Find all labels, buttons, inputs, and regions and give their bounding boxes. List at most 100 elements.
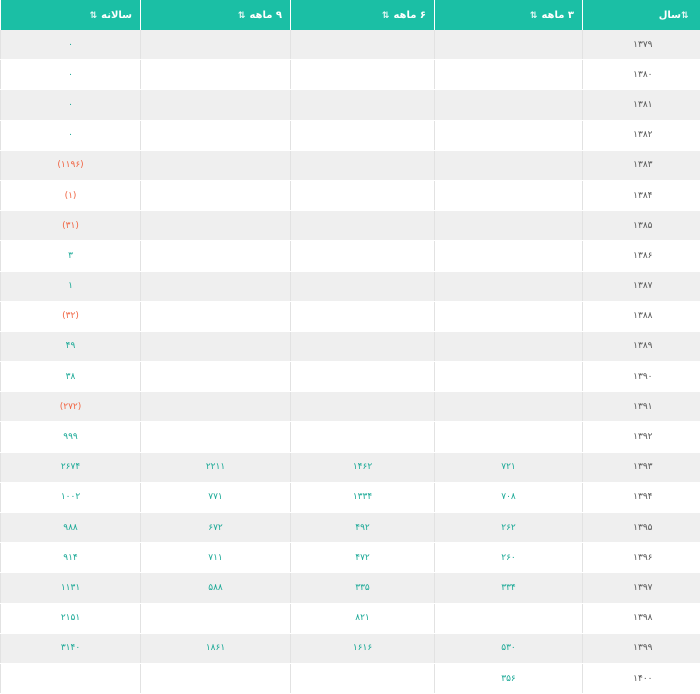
year-cell: ۱۳۹۹ [582, 633, 700, 664]
q3-cell: ۵۳۰ [434, 633, 583, 664]
year-cell: ۱۳۸۰ [582, 59, 700, 91]
q3-cell [434, 30, 583, 61]
sort-arrows-icon[interactable]: ⇅ [382, 11, 390, 21]
q3-cell [434, 240, 583, 272]
table-row: ۱۳۸۲ ۰ [0, 120, 700, 151]
table-row: ۱۳۸۶ ۳ [0, 240, 700, 272]
table-row: ۱۳۸۹ ۴۹ [0, 331, 700, 363]
year-cell: ۱۳۹۶ [582, 542, 700, 574]
annual-cell: (۳۱) [0, 210, 141, 242]
table-row: ۱۳۹۵ ۲۶۲ ۴۹۲ ۶۷۲ ۹۸۸ [0, 512, 700, 544]
q9-cell [140, 30, 291, 61]
table-row: ۱۳۸۰ ۰ [0, 59, 700, 91]
year-cell: ۱۳۹۴ [582, 482, 700, 514]
header-3-month[interactable]: ۳ ماهه⇅ [434, 0, 583, 30]
table-row: ۱۳۸۸ (۳۲) [0, 301, 700, 332]
q9-cell [140, 391, 291, 423]
annual-cell: (۱) [0, 180, 141, 212]
table-body: ۱۳۷۹ ۰ ۱۳۸۰ ۰ ۱۳۸۱ ۰ ۱۳۸۲ ۰ ۱۳۸۳ (۱۱۹۶) ۱۳۸۴ (۱) ۱۳۸… [0, 30, 700, 694]
table-row: ۱۳۹۷ ۳۳۴ ۳۳۵ ۵۸۸ ۱۱۳۱ [0, 572, 700, 604]
year-cell: ۱۳۸۷ [582, 271, 700, 302]
year-cell: ۱۳۹۵ [582, 512, 700, 544]
year-cell: ۱۳۸۱ [582, 89, 700, 121]
year-cell: ۱۳۸۹ [582, 331, 700, 363]
annual-cell: ۰ [0, 59, 141, 91]
header-6-month[interactable]: ۶ ماهه⇅ [290, 0, 435, 30]
table-row: ۱۳۹۱ (۲۷۲) [0, 391, 700, 423]
sort-arrows-icon[interactable]: ⇅ [90, 11, 98, 21]
table-row: ۱۳۸۵ (۳۱) [0, 210, 700, 242]
table-row: ۱۳۹۲ ۹۹۹ [0, 421, 700, 453]
year-cell: ۱۳۹۷ [582, 572, 700, 604]
financial-table: ⇅سال ۳ ماهه⇅ ۶ ماهه⇅ ۹ ماهه⇅ سالانه⇅ ۱۳۷… [0, 0, 700, 694]
q6-cell [290, 271, 435, 302]
year-cell: ۱۴۰۰ [582, 663, 700, 694]
annual-cell: (۳۲) [0, 301, 141, 332]
q3-cell: ۷۲۱ [434, 452, 583, 483]
q6-cell [290, 301, 435, 332]
q9-cell [140, 89, 291, 121]
annual-cell: ۹۱۴ [0, 542, 141, 574]
annual-cell: ۳۸ [0, 361, 141, 393]
table-row: ۱۳۷۹ ۰ [0, 30, 700, 61]
header-9-month[interactable]: ۹ ماهه⇅ [140, 0, 291, 30]
q3-cell [434, 301, 583, 332]
header-annual[interactable]: سالانه⇅ [0, 0, 141, 30]
sort-arrows-icon[interactable]: ⇅ [238, 11, 246, 21]
q6-cell [290, 89, 435, 121]
q3-cell [434, 361, 583, 393]
q6-cell: ۴۹۲ [290, 512, 435, 544]
q9-cell [140, 180, 291, 212]
sort-arrows-icon[interactable]: ⇅ [681, 11, 689, 21]
annual-cell: ۹۸۸ [0, 512, 141, 544]
annual-cell [0, 663, 141, 694]
q3-cell: ۲۶۲ [434, 512, 583, 544]
q9-cell [140, 331, 291, 363]
q6-cell: ۱۶۱۶ [290, 633, 435, 664]
table-row: ۱۳۹۸ ۸۲۱ ۲۱۵۱ [0, 603, 700, 634]
q6-cell [290, 120, 435, 151]
q9-cell: ۲۲۱۱ [140, 452, 291, 483]
q6-cell: ۴۷۲ [290, 542, 435, 574]
year-cell: ۱۳۸۶ [582, 240, 700, 272]
q3-cell [434, 331, 583, 363]
table-row: ۱۳۸۴ (۱) [0, 180, 700, 212]
annual-cell: ۰ [0, 120, 141, 151]
year-cell: ۱۳۹۰ [582, 361, 700, 393]
q9-cell [140, 240, 291, 272]
q3-cell: ۷۰۸ [434, 482, 583, 514]
annual-cell: ۱۰۰۲ [0, 482, 141, 514]
q6-cell [290, 361, 435, 393]
q3-cell: ۳۳۴ [434, 572, 583, 604]
table-row: ۱۳۸۷ ۱ [0, 271, 700, 302]
q3-cell [434, 421, 583, 453]
q3-cell: ۳۵۶ [434, 663, 583, 694]
q9-cell [140, 210, 291, 242]
annual-cell: ۰ [0, 89, 141, 121]
table-row: ۱۳۹۳ ۷۲۱ ۱۴۶۲ ۲۲۱۱ ۲۶۷۴ [0, 452, 700, 483]
q3-cell [434, 210, 583, 242]
q6-cell [290, 421, 435, 453]
header-year[interactable]: ⇅سال [582, 0, 700, 30]
year-cell: ۱۳۸۲ [582, 120, 700, 151]
q9-cell [140, 603, 291, 634]
q9-cell: ۱۸۶۱ [140, 633, 291, 664]
table-row: ۱۴۰۰ ۳۵۶ [0, 663, 700, 694]
q6-cell [290, 30, 435, 61]
q9-cell [140, 59, 291, 91]
table-row: ۱۳۹۰ ۳۸ [0, 361, 700, 393]
q6-cell: ۱۴۶۲ [290, 452, 435, 483]
q9-cell [140, 271, 291, 302]
q9-cell [140, 150, 291, 181]
year-cell: ۱۳۹۲ [582, 421, 700, 453]
q3-cell [434, 271, 583, 302]
table-header-row: ⇅سال ۳ ماهه⇅ ۶ ماهه⇅ ۹ ماهه⇅ سالانه⇅ [0, 0, 700, 30]
annual-cell: ۴۹ [0, 331, 141, 363]
annual-cell: ۱ [0, 271, 141, 302]
q3-cell: ۲۶۰ [434, 542, 583, 574]
sort-arrows-icon[interactable]: ⇅ [530, 11, 538, 21]
annual-cell: ۰ [0, 30, 141, 61]
table-row: ۱۳۹۹ ۵۳۰ ۱۶۱۶ ۱۸۶۱ ۳۱۴۰ [0, 633, 700, 664]
annual-cell: (۲۷۲) [0, 391, 141, 423]
q6-cell [290, 210, 435, 242]
